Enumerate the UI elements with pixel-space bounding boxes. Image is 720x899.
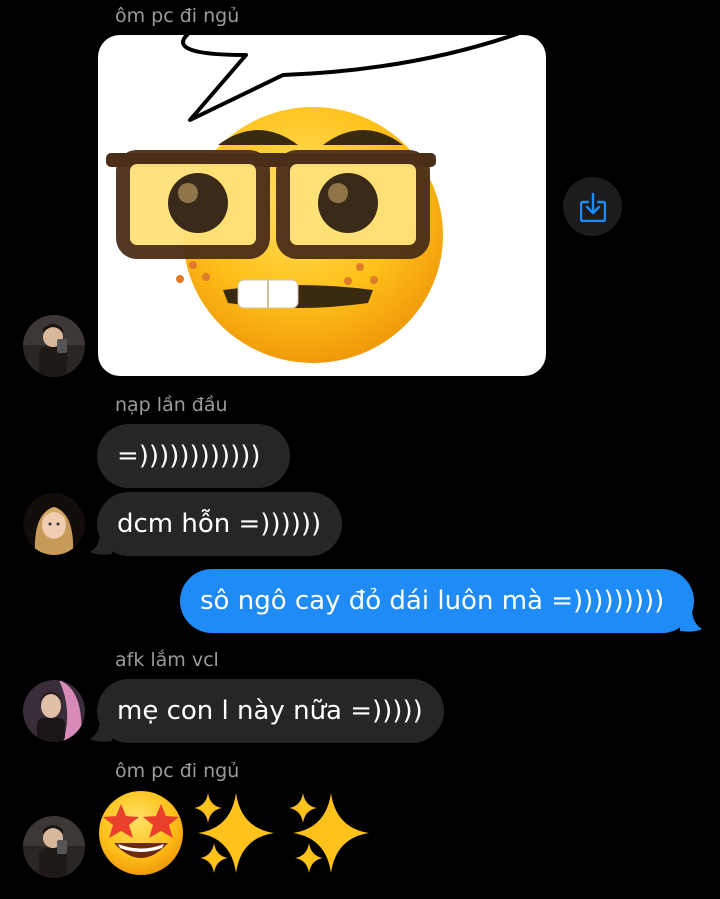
share-button[interactable] xyxy=(563,177,622,236)
avatar[interactable] xyxy=(23,315,85,377)
avatar[interactable] xyxy=(23,680,85,742)
sparkles-emoji xyxy=(194,793,369,873)
message-bubble[interactable]: dcm hỗn =)))))) xyxy=(97,492,342,556)
message-bubble[interactable]: =)))))))))))) xyxy=(97,424,290,488)
avatar-image xyxy=(23,816,85,878)
sender-name: afk lắm vcl xyxy=(115,649,219,671)
bubble-tail xyxy=(90,532,112,555)
sender-name: ôm pc đi ngủ xyxy=(115,760,240,782)
bubble-tail xyxy=(680,609,702,632)
sender-name: nạp lần đầu xyxy=(115,394,228,416)
avatar[interactable] xyxy=(23,493,85,555)
avatar-image xyxy=(23,315,85,377)
nerd-face-image xyxy=(106,35,520,363)
bubble-tail xyxy=(90,719,112,742)
avatar-image xyxy=(23,680,85,742)
star-struck-emoji xyxy=(99,791,183,875)
share-icon xyxy=(579,192,606,222)
sender-name: ôm pc đi ngủ xyxy=(115,5,240,27)
avatar-image xyxy=(23,493,85,555)
avatar[interactable] xyxy=(23,816,85,878)
emoji-image xyxy=(99,791,369,875)
image-message[interactable] xyxy=(98,35,546,376)
emoji-message[interactable] xyxy=(96,788,376,878)
message-bubble[interactable]: sô ngô cay đỏ dái luôn mà =))))))))) xyxy=(180,569,694,633)
chat-thread: ôm pc đi ngủ nạp lần đầu =)))))))))))) d… xyxy=(0,0,720,899)
message-bubble[interactable]: mẹ con l này nữa =))))) xyxy=(97,679,444,743)
